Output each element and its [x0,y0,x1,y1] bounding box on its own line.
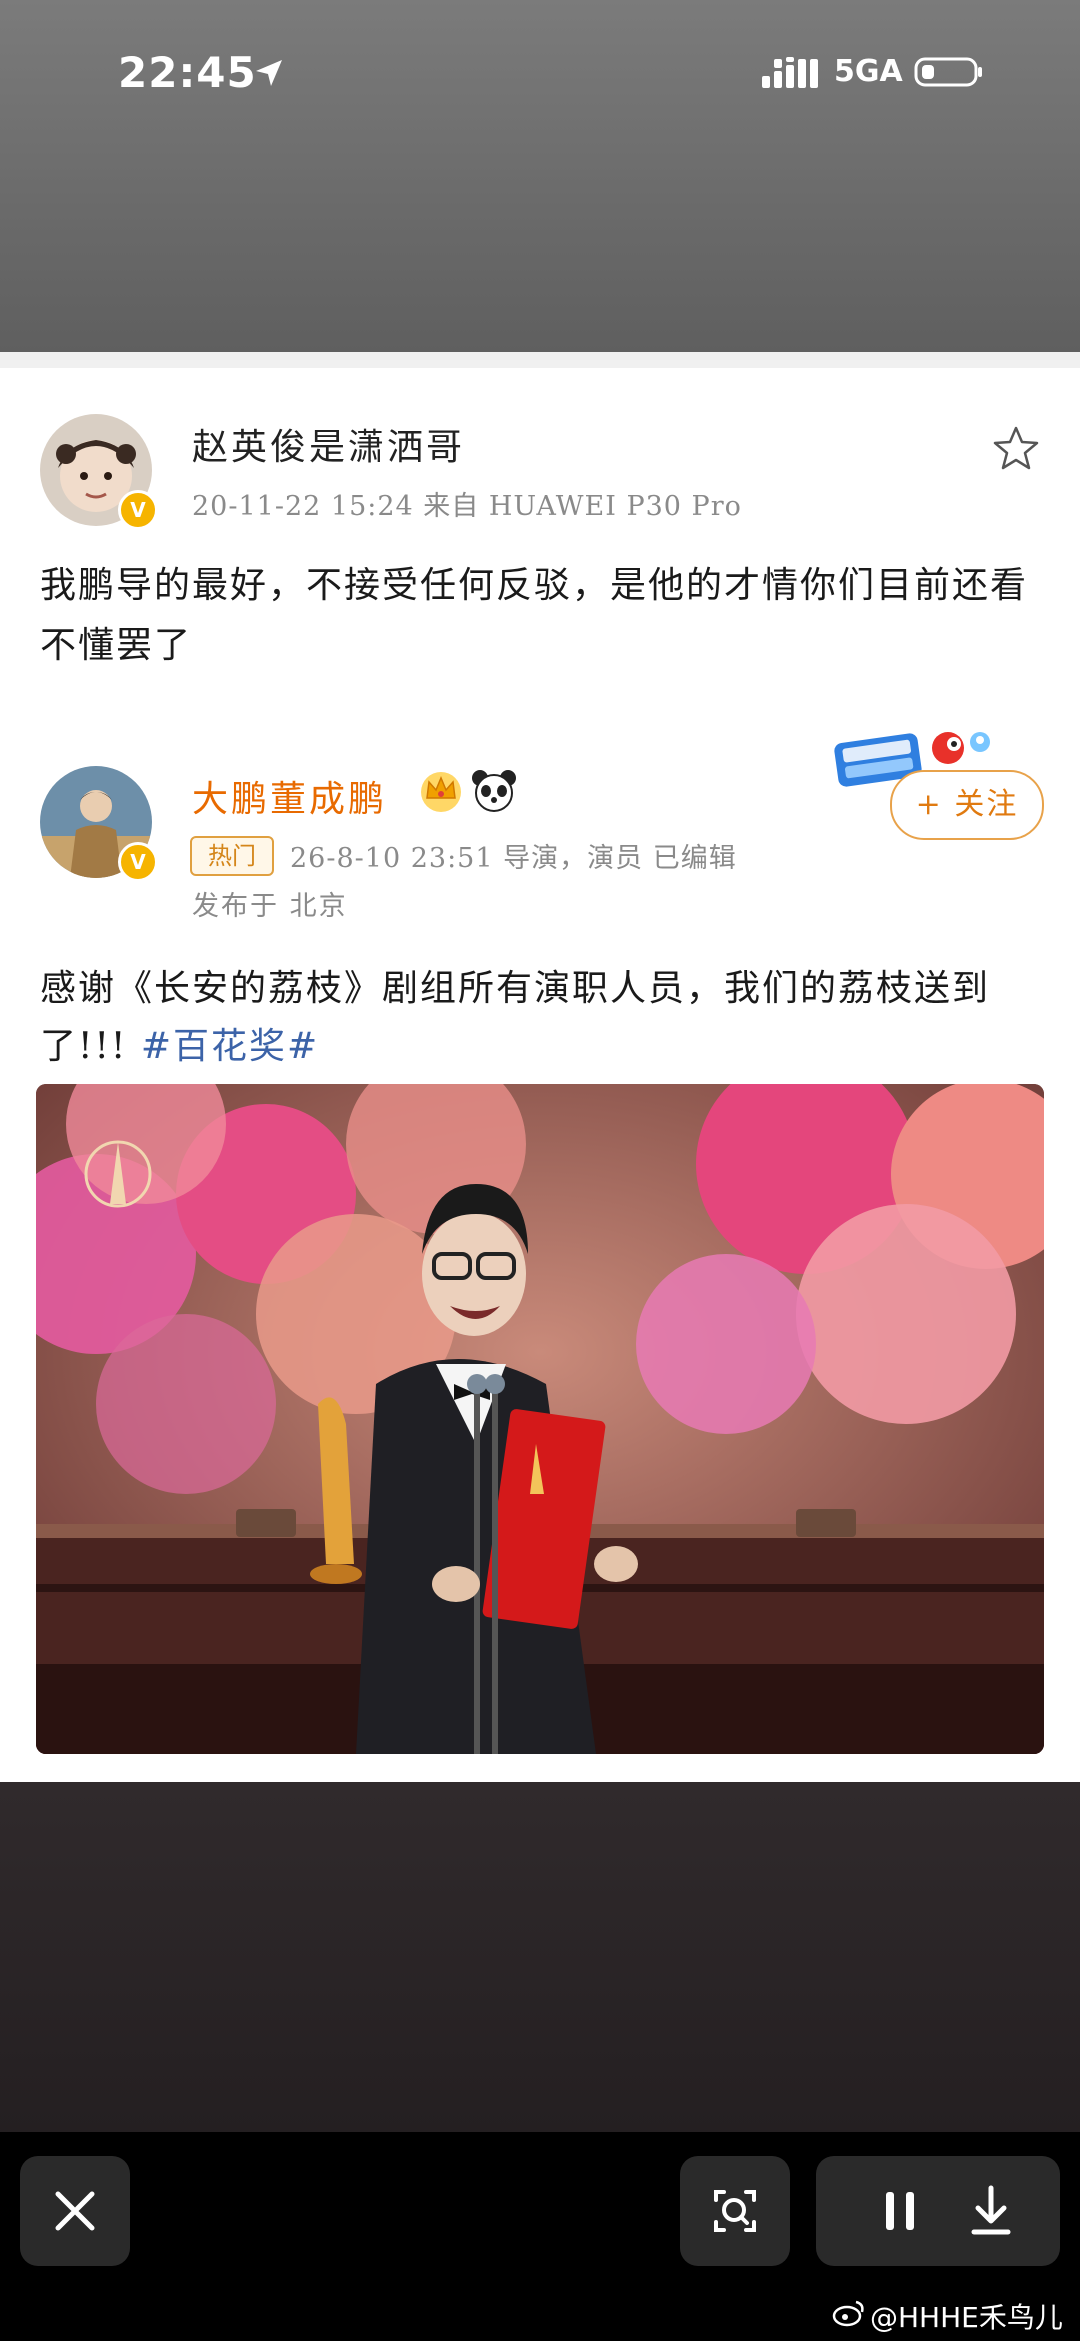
follow-button[interactable]: + 关注 [890,770,1044,840]
post-meta: 20-11-22 15:24 来自 HUAWEI P30 Pro [192,491,742,522]
post-meta: 26-8-10 23:51 导演，演员 已编辑 [290,843,737,874]
post-text: 我鹏导的最好，不接受任何反驳，是他的才情你们目前还看不懂罢了 [40,565,1029,666]
watermark-text: @HHHE禾鸟儿 [870,2301,1063,2334]
post-text: 感谢《长安的荔枝》剧组所有演职人员，我们的荔枝送到了!!! #百花奖# [40,960,1050,1076]
crown-icon [421,772,461,812]
media-controls [816,2156,1060,2266]
lens-icon [714,2190,756,2232]
post-location: 发布于 北京 [192,891,348,922]
verified-badge-icon: V [118,842,158,882]
status-time: 22:45 [118,48,257,97]
battery-icon [914,57,982,87]
post-image[interactable] [36,1084,1044,1754]
download-icon[interactable] [946,2156,1036,2266]
hashtag-link[interactable]: #百花奖# [141,1026,319,1067]
status-bar-area: 22:45 5GA [0,0,1080,352]
lens-search-button[interactable] [680,2156,790,2266]
hot-badge: 热门 [190,836,274,876]
viewer-backdrop [0,1782,1080,2132]
post-author-name[interactable]: 大鹏董成鹏 [192,770,387,822]
close-button[interactable] [20,2156,130,2266]
pause-icon[interactable] [856,2156,946,2266]
weibo-icon [832,2300,864,2327]
location-arrow-icon [256,60,282,86]
post-author-name[interactable]: 赵英俊是潇洒哥 [192,418,465,470]
network-type: 5GA [834,54,903,89]
verified-badge-icon: V [118,490,158,530]
close-icon [55,2191,95,2231]
signal-icon [762,57,818,88]
card-top-divider [0,352,1080,368]
panda-icon [472,770,516,812]
favorite-star-icon[interactable] [990,424,1042,474]
